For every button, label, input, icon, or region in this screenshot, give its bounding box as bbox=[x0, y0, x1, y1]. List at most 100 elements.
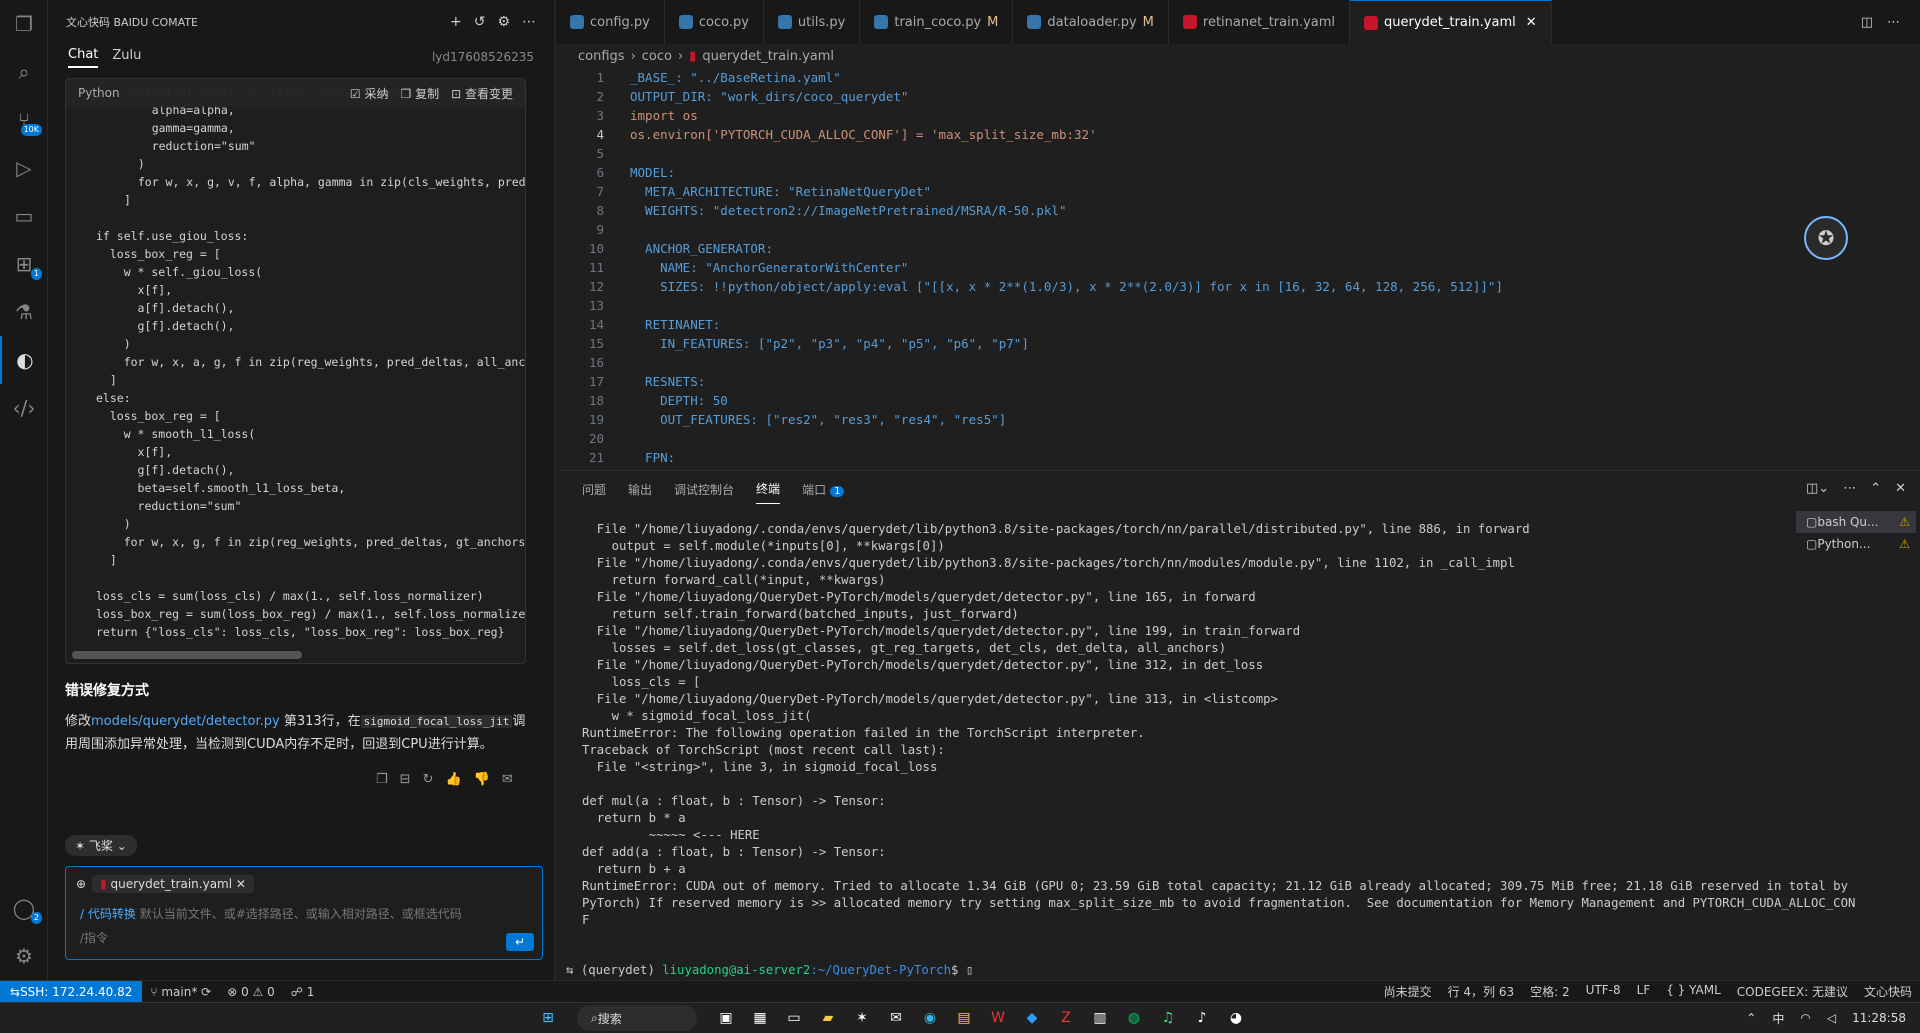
editor-tab[interactable]: retinanet_train.yaml bbox=[1169, 0, 1351, 44]
new-chat-icon[interactable]: + bbox=[450, 14, 462, 30]
editor-line[interactable] bbox=[630, 220, 1503, 239]
editor-line[interactable]: IN_FEATURES: ["p2", "p3", "p4", "p5", "p… bbox=[630, 334, 1503, 353]
model-selector[interactable]: ✶ 飞桨 ⌄ bbox=[65, 835, 137, 856]
codegeex-icon[interactable]: ‹/› bbox=[0, 384, 48, 432]
editor-line[interactable] bbox=[630, 353, 1503, 372]
status-item[interactable]: { } YAML bbox=[1658, 983, 1729, 1000]
status-item[interactable]: 空格: 2 bbox=[1522, 983, 1578, 1000]
breadcrumb-file[interactable]: querydet_train.yaml bbox=[702, 49, 834, 64]
split-editor-icon[interactable]: ◫ bbox=[1861, 15, 1873, 30]
file-link[interactable]: models/querydet/detector.py bbox=[91, 714, 280, 729]
status-item[interactable]: 尚未提交 bbox=[1376, 983, 1440, 1000]
editor-tab[interactable]: utils.py bbox=[764, 0, 861, 44]
calendar-icon[interactable]: ▥ bbox=[1087, 1005, 1113, 1031]
terminal-app-icon[interactable]: ▭ bbox=[781, 1005, 807, 1031]
copy-icon[interactable]: ❐ bbox=[376, 772, 388, 787]
editor-line[interactable]: ANCHOR_GENERATOR: bbox=[630, 239, 1503, 258]
tray-chevron-icon[interactable]: ⌃ bbox=[1746, 1011, 1756, 1025]
settings-gear-icon[interactable]: ⚙ bbox=[0, 932, 48, 980]
chat-input[interactable]: ⊕ ▮ querydet_train.yaml ✕ / 代码转换 默认当前文件、… bbox=[65, 866, 543, 960]
run-debug-icon[interactable]: ▷ bbox=[0, 144, 48, 192]
editor-line[interactable]: NAME: "AnchorGeneratorWithCenter" bbox=[630, 258, 1503, 277]
code-editor[interactable]: 12345678910111213141516171819202122 _BAS… bbox=[556, 68, 1920, 468]
editor-line[interactable]: RETINANET: bbox=[630, 315, 1503, 334]
editor-content[interactable]: _BASE_: "../BaseRetina.yaml" OUTPUT_DIR: … bbox=[630, 68, 1503, 468]
editor-line[interactable]: OUT_FEATURES: ["res2", "res3", "res4", "… bbox=[630, 410, 1503, 429]
attached-file-chip[interactable]: ▮ querydet_train.yaml ✕ bbox=[92, 875, 254, 893]
mail-icon[interactable]: ✉ bbox=[883, 1005, 909, 1031]
wifi-icon[interactable]: ◠ bbox=[1800, 1011, 1810, 1025]
photos-icon[interactable]: ▦ bbox=[747, 1005, 773, 1031]
app-icon[interactable]: ✶ bbox=[849, 1005, 875, 1031]
editor-line[interactable]: DEPTH: 50 bbox=[630, 391, 1503, 410]
tab-ports[interactable]: 端口 1 bbox=[802, 475, 845, 504]
editor-line[interactable]: import os bbox=[630, 106, 1503, 125]
view-changes-button[interactable]: ⊡ 查看变更 bbox=[451, 85, 513, 102]
clock[interactable]: 11:28:58 bbox=[1852, 1011, 1906, 1025]
tab-debug-console[interactable]: 调试控制台 bbox=[674, 475, 734, 504]
search-icon[interactable]: ⌕ bbox=[0, 48, 48, 96]
add-context-icon[interactable]: ⊕ bbox=[76, 877, 86, 891]
filezilla-icon[interactable]: Z bbox=[1053, 1005, 1079, 1031]
app2-icon[interactable]: ♫ bbox=[1155, 1005, 1181, 1031]
panel-more-icon[interactable]: ⋯ bbox=[1843, 481, 1856, 496]
branch-indicator[interactable]: ⑂ main* ⟳ bbox=[142, 985, 219, 999]
assistant-floating-icon[interactable]: ✪ bbox=[1804, 216, 1848, 260]
folder-icon[interactable]: ▰ bbox=[815, 1005, 841, 1031]
thumbs-up-icon[interactable]: 👍 bbox=[445, 772, 461, 787]
close-tab-icon[interactable]: ✕ bbox=[1526, 15, 1537, 30]
editor-line[interactable]: IN_FEATURES: ["res2", "res3", "res4", "r… bbox=[630, 467, 1503, 468]
tab-problems[interactable]: 问题 bbox=[582, 475, 606, 504]
editor-tab[interactable]: coco.py bbox=[665, 0, 764, 44]
vscode-icon[interactable]: ◆ bbox=[1019, 1005, 1045, 1031]
split-terminal-icon[interactable]: ◫⌄ bbox=[1806, 481, 1829, 496]
edge-icon[interactable]: ◉ bbox=[917, 1005, 943, 1031]
source-control-icon[interactable]: ⑂ 10K bbox=[0, 96, 48, 144]
close-panel-icon[interactable]: ✕ bbox=[1895, 481, 1906, 496]
maximize-panel-icon[interactable]: ⌃ bbox=[1870, 481, 1881, 496]
editor-tab[interactable]: train_coco.py M bbox=[860, 0, 1014, 44]
editor-more-icon[interactable]: ⋯ bbox=[1887, 15, 1900, 30]
status-item[interactable]: UTF-8 bbox=[1578, 983, 1629, 1000]
ports-indicator[interactable]: ☍ 1 bbox=[283, 985, 323, 999]
tab-output[interactable]: 输出 bbox=[628, 475, 652, 504]
terminal-prompt[interactable]: ⇆ (querydet) liuyadong@ai-server2:~/Quer… bbox=[566, 963, 973, 977]
status-item[interactable]: LF bbox=[1629, 983, 1659, 1000]
taskbar-search[interactable]: ⌕ 搜索 bbox=[577, 1005, 697, 1031]
tab-chat[interactable]: Chat bbox=[68, 47, 99, 68]
thumbs-down-icon[interactable]: 👎 bbox=[474, 772, 490, 787]
feedback-icon[interactable]: ✉ bbox=[502, 772, 513, 787]
volume-icon[interactable]: ◁ bbox=[1827, 1011, 1836, 1025]
editor-line[interactable]: META_ARCHITECTURE: "RetinaNetQueryDet" bbox=[630, 182, 1503, 201]
task-view-icon[interactable]: ▣ bbox=[713, 1005, 739, 1031]
status-item[interactable]: 行 4，列 63 bbox=[1440, 983, 1523, 1000]
more-icon[interactable]: ⋯ bbox=[522, 14, 536, 30]
ime-indicator[interactable]: 中 bbox=[1772, 1010, 1784, 1027]
insert-icon[interactable]: ⊟ bbox=[400, 772, 411, 787]
editor-tab[interactable]: querydet_train.yaml ✕ bbox=[1350, 0, 1552, 44]
editor-line[interactable]: SIZES: !!python/object/apply:eval ["[[x,… bbox=[630, 277, 1503, 296]
settings-icon[interactable]: ⚙ bbox=[497, 14, 510, 30]
editor-line[interactable] bbox=[630, 296, 1503, 315]
problems-indicator[interactable]: ⊗ 0 ⚠ 0 bbox=[219, 985, 283, 999]
editor-line[interactable]: MODEL: bbox=[630, 163, 1503, 182]
wechat-icon[interactable]: ◍ bbox=[1121, 1005, 1147, 1031]
testing-icon[interactable]: ⚗ bbox=[0, 288, 48, 336]
editor-line[interactable] bbox=[630, 429, 1503, 448]
tiktok-icon[interactable]: ♪ bbox=[1189, 1005, 1215, 1031]
editor-line[interactable]: FPN: bbox=[630, 448, 1503, 467]
editor-line[interactable]: RESNETS: bbox=[630, 372, 1503, 391]
tab-zulu[interactable]: Zulu bbox=[112, 48, 141, 67]
breadcrumb-coco[interactable]: coco bbox=[642, 49, 672, 64]
explorer-icon[interactable]: ❐ bbox=[0, 0, 48, 48]
breadcrumb-configs[interactable]: configs bbox=[578, 49, 625, 64]
regenerate-icon[interactable]: ↻ bbox=[423, 772, 434, 787]
history-icon[interactable]: ↺ bbox=[474, 14, 486, 30]
accept-button[interactable]: ☑ 采纳 bbox=[350, 85, 389, 102]
remote-indicator[interactable]: ⇆ SSH: 172.24.40.82 bbox=[0, 980, 143, 1003]
terminal-output[interactable]: File "/home/liuyadong/.conda/envs/queryd… bbox=[582, 521, 1855, 929]
qq-icon[interactable]: ◕ bbox=[1223, 1005, 1249, 1031]
status-item[interactable]: 文心快码 bbox=[1856, 983, 1920, 1000]
editor-line[interactable] bbox=[630, 144, 1503, 163]
terminal-item-bash[interactable]: ▢ bash Qu... ⚠ bbox=[1796, 511, 1916, 533]
